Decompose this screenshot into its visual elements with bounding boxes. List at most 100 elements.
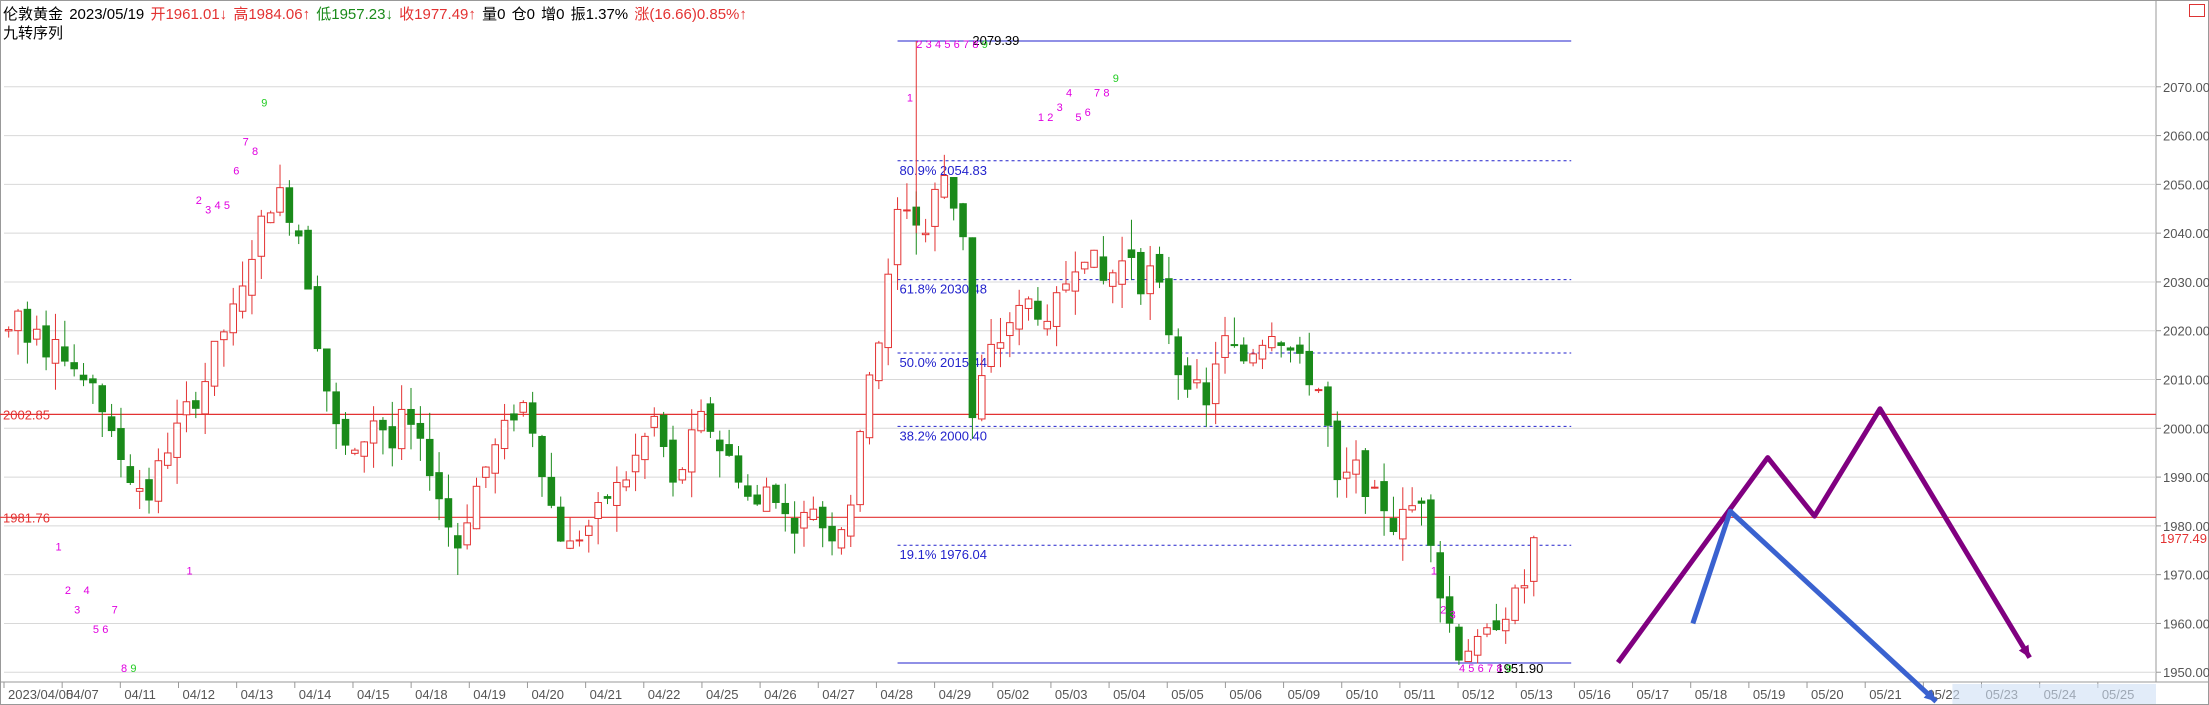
candlestick-chart[interactable]: 2070.00 2060.00 2050.00 2040.00 2030.00 2020.… [0,0,2209,705]
x-tick-label: 05/09 [1288,687,1321,702]
candle-up [931,188,939,227]
x-tick-label: 04/15 [357,687,390,702]
candle-up [1530,537,1538,582]
candle-down [790,517,799,534]
candle-down [126,466,135,483]
td-count-label: 5 [93,624,99,636]
candle-down [1455,626,1463,661]
candle-down [949,177,958,209]
candle-down [1127,249,1136,258]
td-count-label: 4 [935,39,941,51]
candle-up [482,466,490,478]
x-tick-label: 04/11 [124,687,156,702]
x-tick-label: 05/03 [1055,687,1088,702]
x-tick-label: 04/29 [939,687,972,702]
swing-low-label: 1951.90 [1496,661,1543,676]
candle-up [1043,320,1052,330]
td-count-label: 5 [1075,112,1081,124]
candle-up [996,342,1005,349]
y-tick-label: 1970.00 [2163,568,2209,583]
candle-down [968,237,977,419]
x-tick-label: 04/28 [880,687,913,702]
y-tick-label: 1950.00 [2163,665,2209,680]
candle-up [575,539,584,542]
candle-up [594,502,602,519]
candle-up [266,212,275,224]
td-count-label: 2 [1440,605,1446,617]
purple-projection-arrow [1615,406,2032,664]
blue-projection-arrow [1690,508,1938,704]
candle-up [622,479,630,488]
td-count-label: 9 [982,39,988,51]
candle-down [70,362,78,370]
candle-up [220,331,228,341]
td-count-label: 2 [65,585,71,597]
td-count-label: 8 [121,663,127,675]
x-tick-label: 2023/04/05 [8,687,73,702]
candle-up [566,540,574,549]
candle-up [1258,344,1267,360]
candle-down [669,439,677,483]
candle-down [1324,386,1332,426]
future-region [1952,684,2156,704]
x-tick-label: 05/12 [1462,687,1495,702]
x-tick-label: 05/19 [1753,687,1786,702]
candle-up [1370,486,1379,489]
td-count-label: 8 [972,39,978,51]
candle-down [744,485,752,497]
x-tick-label: 04/13 [241,687,274,702]
candle-up [977,375,986,420]
candle-up [201,381,209,415]
candle-up [519,402,528,413]
td-count-label: 2 [196,195,202,207]
support-label: 1981.76 [3,510,50,525]
y-tick-label: 2070.00 [2163,80,2209,95]
candle-up [846,504,855,537]
candle-down [1380,481,1388,512]
candle-up [257,215,266,257]
candle-up [921,232,930,236]
candle-down [1361,450,1370,498]
candle-up [238,285,247,312]
candle-up [1062,283,1070,291]
td-count-label: 9 [1113,73,1119,85]
candle-up [1249,353,1257,364]
td-count-label: 6 [1085,107,1091,119]
candle-up [856,431,864,506]
td-count-label: 1 [1431,566,1437,578]
candle-up [1024,298,1033,309]
candle-up [360,441,369,457]
td-count-label: 9 [261,97,267,109]
candle-down [23,308,32,343]
candle-up [32,328,41,340]
candle-up [1221,335,1229,358]
candle-down [959,203,967,238]
td-count-label: 1 [1038,112,1044,124]
x-tick-label: 04/25 [706,687,739,702]
candle-up [1511,587,1519,621]
y-tick-label: 2050.00 [2163,177,2209,192]
x-tick-label: 05/16 [1578,687,1611,702]
candle-up [1146,265,1154,295]
candle-down [407,408,415,425]
candle-up [1483,627,1491,635]
candle-up [210,340,219,387]
candle-down [1427,499,1435,546]
candle-up [1211,363,1220,405]
x-tick-label: 05/21 [1869,687,1902,702]
candle-up [163,452,172,466]
candle-up [1314,389,1323,392]
candle-down [1333,420,1342,481]
y-tick-label: 2010.00 [2163,373,2209,388]
candle-down [603,496,612,499]
candle-down [725,444,733,456]
candle-down [379,419,387,431]
candle-down [1277,342,1285,346]
td-count-label: 7 [963,39,969,51]
x-tick-label: 05/02 [997,687,1030,702]
candle-up [631,454,640,473]
x-tick-label: 04/26 [764,687,797,702]
td-count-label: 8 [252,146,258,158]
candle-down [772,484,780,503]
candle-up [1399,508,1407,540]
